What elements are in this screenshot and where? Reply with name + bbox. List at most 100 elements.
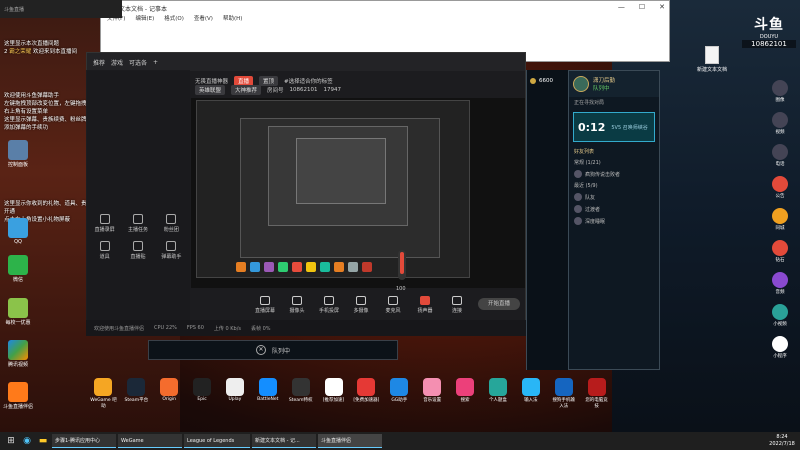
preview-app-icon [292, 262, 302, 272]
desktop-icon-label: 腾讯视频 [7, 362, 28, 368]
friend-row[interactable]: 疯狗传说击败者 [569, 168, 659, 180]
dock-app[interactable]: Uplay [222, 378, 249, 418]
wechat-icon [8, 255, 28, 275]
friend-row[interactable]: 队友 [569, 191, 659, 203]
category-tag[interactable]: 英雄联盟 [195, 85, 226, 95]
deal-icon [8, 298, 28, 318]
rb-small-video[interactable]: 小视频 [760, 304, 800, 327]
desktop-icon-control[interactable]: 控制面板 [0, 140, 36, 168]
dock-app[interactable]: Steam平台 [123, 378, 150, 418]
taskbar-clock[interactable]: 8:24 2022/7/18 [764, 434, 800, 448]
desktop-icon-douyu[interactable]: 斗鱼直播伴侣 [0, 382, 36, 410]
friend-group[interactable]: 常规 (1/21) [569, 157, 659, 168]
dock-app[interactable]: Steam特权 [287, 378, 314, 418]
coin-value: 6600 [539, 78, 553, 84]
speaker-button[interactable]: 扬声器 [414, 296, 436, 314]
rb-audio[interactable]: 音频 [760, 272, 800, 295]
origin-icon [160, 378, 179, 396]
app-tab[interactable]: 游戏 [111, 58, 123, 67]
menu-help[interactable]: 帮助(H) [223, 14, 242, 22]
rb-phone[interactable]: 电话 [760, 144, 800, 167]
close-icon[interactable]: ✕ [659, 3, 665, 11]
image-icon [772, 80, 788, 96]
overlay-topbar[interactable]: 斗鱼直播 [0, 0, 122, 18]
add-tab-icon[interactable]: + [153, 59, 158, 66]
lol-profile[interactable]: 潇刀后勤 队列中 [569, 71, 659, 97]
dock-app[interactable]: Epic [189, 378, 216, 418]
task-notepad[interactable]: 新建文本文档 - 记... [252, 434, 316, 448]
tool-item[interactable]: 道具 [90, 241, 119, 260]
app-tab[interactable]: 推荐 [93, 58, 105, 67]
task-douyu[interactable]: 斗鱼直播伴侣 [318, 434, 382, 448]
browser-icon[interactable]: ◉ [20, 434, 34, 448]
close-icon[interactable]: ✕ [255, 345, 266, 355]
desktop-icon-tencent-video[interactable]: 腾讯视频 [0, 340, 36, 368]
desktop-icon-label: 斗鱼直播伴侣 [2, 404, 33, 410]
screen-capture-button[interactable]: 直播屏幕 [254, 296, 276, 314]
dock-app[interactable]: 您的电脑竞技 [583, 378, 610, 418]
subcategory-tag[interactable]: 大神推荐 [231, 85, 262, 95]
tool-item[interactable]: 直播录屏 [90, 214, 119, 233]
friend-avatar [574, 193, 582, 201]
start-live-button[interactable]: 开始直播 [478, 298, 520, 310]
dock-app[interactable]: 搜狗手机输入法 [550, 378, 577, 418]
rb-image[interactable]: 图像 [760, 80, 800, 103]
dock-app[interactable]: 个人题盒 [485, 378, 512, 418]
dock-app[interactable]: 输入法 [517, 378, 544, 418]
welcome-badge: 霸之荣耀 [9, 49, 32, 55]
desktop-icon-deal[interactable]: 每校一优惠 [0, 298, 36, 326]
friend-avatar [574, 170, 582, 178]
desktop-file-icon[interactable]: 新建文本文档 [692, 46, 732, 73]
rb-notice[interactable]: 公告 [760, 176, 800, 199]
friend-row[interactable]: 深度睡眠 [569, 215, 659, 227]
task-lol[interactable]: League of Legends [184, 434, 250, 448]
task-label: League of Legends [187, 437, 235, 444]
dock-app[interactable]: 音乐设置 [419, 378, 446, 418]
maximize-icon[interactable]: ☐ [639, 3, 645, 11]
dock-app[interactable]: BattleNet [254, 378, 281, 418]
task-tencent[interactable]: 步骤1-腾讯应用中心 [52, 434, 116, 448]
link-button[interactable]: 连接 [446, 296, 468, 314]
rb-label: 音频 [775, 290, 785, 295]
desktop-icon-qq[interactable]: QQ [0, 218, 36, 245]
dock-app[interactable]: [免费加速器] [353, 378, 380, 418]
desktop-icon-wechat[interactable]: 微信 [0, 255, 36, 283]
minimize-icon[interactable]: — [618, 3, 625, 11]
uplay-icon [225, 378, 244, 396]
dock-app[interactable]: GG助手 [386, 378, 413, 418]
menu-edit[interactable]: 编辑(E) [135, 14, 154, 22]
phone-cast-button[interactable]: 手机投屏 [318, 296, 340, 314]
folder-icon[interactable]: ▬ [36, 434, 50, 448]
dock-app[interactable]: WeGame 吧助 [90, 378, 117, 418]
dock-app[interactable]: 搜索 [452, 378, 479, 418]
tool-item[interactable]: 主播任务 [123, 214, 152, 233]
mic-button[interactable]: 麦克风 [382, 296, 404, 314]
camera-button[interactable]: 摄像头 [286, 296, 308, 314]
friend-row[interactable]: 过渡者 [569, 203, 659, 215]
tool-item[interactable]: 粉丝团 [157, 214, 186, 233]
multi-cam-button[interactable]: 多摄像 [350, 296, 372, 314]
rb-local[interactable]: 同城 [760, 208, 800, 231]
tool-item[interactable]: 直播贴 [123, 241, 152, 260]
rb-miniapp[interactable]: 小程序 [760, 336, 800, 359]
rb-diamond[interactable]: 钻石 [760, 240, 800, 263]
notepad-menu: 文件(F) 编辑(E) 格式(O) 查看(V) 帮助(H) [101, 13, 669, 23]
app-tab[interactable]: 可选各 [129, 58, 147, 67]
task-wegame[interactable]: WeGame [118, 434, 182, 448]
tool-item[interactable]: 弹幕助手 [157, 241, 186, 260]
friend-name: 队友 [585, 194, 596, 201]
dock-app[interactable]: Origin [156, 378, 183, 418]
menu-view[interactable]: 查看(V) [194, 14, 213, 22]
dock-app[interactable]: [推荐加速] [320, 378, 347, 418]
room-no: 10862101 [289, 87, 318, 93]
app-titlebar[interactable]: 推荐 游戏 可选各 + [87, 53, 525, 71]
friend-group[interactable]: 最近 (5/9) [569, 180, 659, 191]
dock-label: WeGame 吧助 [90, 398, 117, 409]
sticker-icon [132, 241, 143, 251]
start-icon[interactable]: ⊞ [4, 434, 18, 448]
rb-video[interactable]: 视频 [760, 112, 800, 135]
queue-timer-box[interactable]: 0:12 5V5 召唤师峡谷 [573, 112, 655, 142]
volume-slider[interactable] [398, 250, 406, 280]
preview-nested-window [296, 138, 386, 204]
menu-format[interactable]: 格式(O) [164, 14, 184, 22]
